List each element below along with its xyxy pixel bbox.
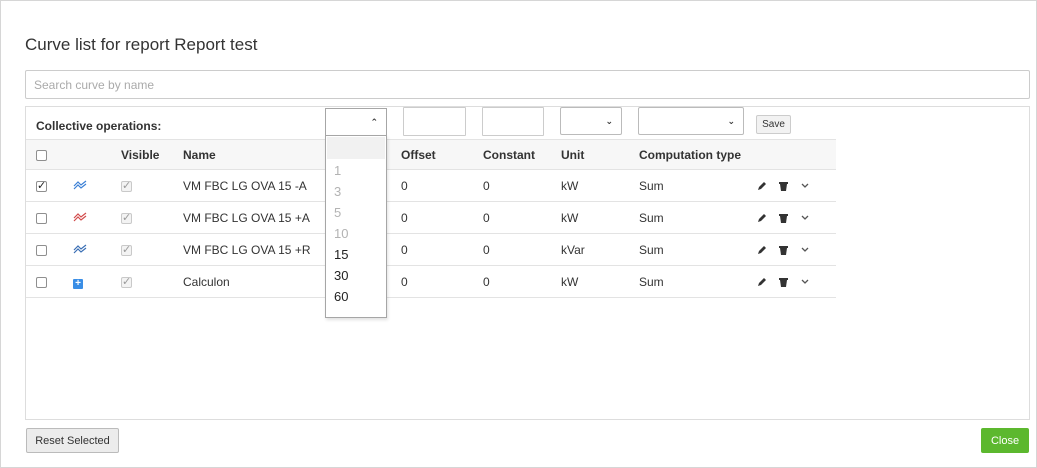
table-row: VM FBC LG OVA 15 +R 0 0 kVar Sum [26, 233, 836, 266]
interval-option: 1 [334, 163, 342, 178]
edit-icon[interactable] [757, 213, 767, 223]
row-select-checkbox[interactable] [36, 244, 47, 256]
curve-table: Visible Name Offset Constant Unit Comput… [26, 139, 836, 298]
visible-cell [121, 265, 183, 298]
chevron-down-icon: ⌄ [727, 116, 735, 126]
actions-cell [757, 265, 836, 298]
icon-cell [73, 169, 121, 202]
offset-value: 0 [401, 265, 483, 298]
reset-selected-button[interactable]: Reset Selected [26, 428, 119, 453]
computation-header: Computation type [639, 139, 757, 170]
computation-value: Sum [639, 233, 757, 266]
interval-option[interactable]: 30 [326, 265, 386, 286]
icon-cell: + [73, 265, 121, 298]
unit-value: kW [561, 201, 639, 234]
visible-cell [121, 169, 183, 202]
computation-value: Sum [639, 201, 757, 234]
interval-option: 5 [334, 205, 342, 220]
chevron-down-icon[interactable] [801, 247, 809, 253]
modal-title: Curve list for report Report test [25, 35, 258, 54]
interval-option-empty[interactable] [327, 137, 385, 159]
table-row: VM FBC LG OVA 15 +A 0 0 kW Sum [26, 201, 836, 234]
visible-checkbox[interactable] [121, 243, 132, 256]
unit-value: kW [561, 169, 639, 202]
offset-header: Offset [401, 139, 483, 170]
visible-header: Visible [121, 139, 183, 170]
constant-value: 0 [483, 233, 561, 266]
select-cell [26, 233, 73, 266]
unit-value: kW [561, 265, 639, 298]
actions-cell [757, 201, 836, 234]
row-select-checkbox[interactable] [36, 276, 47, 288]
collective-operations-label: Collective operations: [36, 119, 162, 133]
table-row: VM FBC LG OVA 15 -A 0 0 kW Sum [26, 169, 836, 202]
constant-value: 0 [483, 169, 561, 202]
select-cell [26, 169, 73, 202]
visible-checkbox[interactable] [121, 179, 132, 192]
edit-icon[interactable] [757, 277, 767, 287]
save-button[interactable]: Save [756, 115, 791, 134]
select-all-checkbox[interactable] [36, 149, 47, 161]
interval-option[interactable]: 60 [326, 286, 386, 307]
curve-icon[interactable] [73, 212, 87, 222]
interval-dropdown-list: 1 3 5 10 15 30 60 [325, 135, 387, 318]
computation-value: Sum [639, 265, 757, 298]
offset-value: 0 [401, 201, 483, 234]
collective-offset-input[interactable] [403, 107, 466, 136]
chevron-down-icon[interactable] [801, 183, 809, 189]
row-select-checkbox[interactable] [36, 212, 47, 224]
curve-panel: Collective operations: ⌄ ⌄ Save Visible … [25, 106, 1030, 420]
interval-option: 10 [334, 226, 349, 241]
collective-computation-select[interactable]: ⌄ [638, 107, 744, 135]
chevron-up-icon: ⌃ [370, 117, 378, 127]
icon-cell [73, 233, 121, 266]
unit-header: Unit [561, 139, 639, 170]
interval-select[interactable]: ⌃ [325, 108, 387, 136]
search-input[interactable] [25, 70, 1030, 99]
icon-cell [73, 201, 121, 234]
chevron-down-icon[interactable] [801, 215, 809, 221]
table-header-row: Visible Name Offset Constant Unit Comput… [26, 139, 836, 170]
trash-icon[interactable] [779, 245, 789, 256]
edit-icon[interactable] [757, 245, 767, 255]
offset-value: 0 [401, 233, 483, 266]
collective-unit-select[interactable]: ⌄ [560, 107, 622, 135]
offset-value: 0 [401, 169, 483, 202]
curve-list-modal: Curve list for report Report test Collec… [0, 0, 1037, 468]
table-row: + Calculon 0 0 kW Sum [26, 265, 836, 298]
visible-checkbox[interactable] [121, 211, 132, 224]
plus-square-icon[interactable]: + [73, 278, 83, 289]
chevron-down-icon: ⌄ [605, 116, 613, 126]
collective-constant-input[interactable] [482, 107, 544, 136]
visible-cell [121, 233, 183, 266]
computation-value: Sum [639, 169, 757, 202]
curve-icon[interactable] [73, 180, 87, 190]
icon-header [73, 139, 121, 170]
actions-cell [757, 233, 836, 266]
interval-option[interactable]: 15 [326, 244, 386, 265]
curve-icon[interactable] [73, 244, 87, 254]
chevron-down-icon[interactable] [801, 279, 809, 285]
constant-value: 0 [483, 201, 561, 234]
select-cell [26, 201, 73, 234]
row-select-checkbox[interactable] [36, 179, 47, 192]
visible-checkbox[interactable] [121, 275, 132, 288]
edit-icon[interactable] [757, 181, 767, 191]
close-button[interactable]: Close [981, 428, 1029, 453]
constant-header: Constant [483, 139, 561, 170]
unit-value: kVar [561, 233, 639, 266]
constant-value: 0 [483, 265, 561, 298]
select-cell [26, 265, 73, 298]
visible-cell [121, 201, 183, 234]
actions-header [757, 139, 836, 170]
trash-icon[interactable] [779, 213, 789, 224]
trash-icon[interactable] [779, 277, 789, 288]
trash-icon[interactable] [779, 181, 789, 192]
select-all-cell [26, 139, 73, 170]
interval-option: 3 [334, 184, 342, 199]
actions-cell [757, 169, 836, 202]
